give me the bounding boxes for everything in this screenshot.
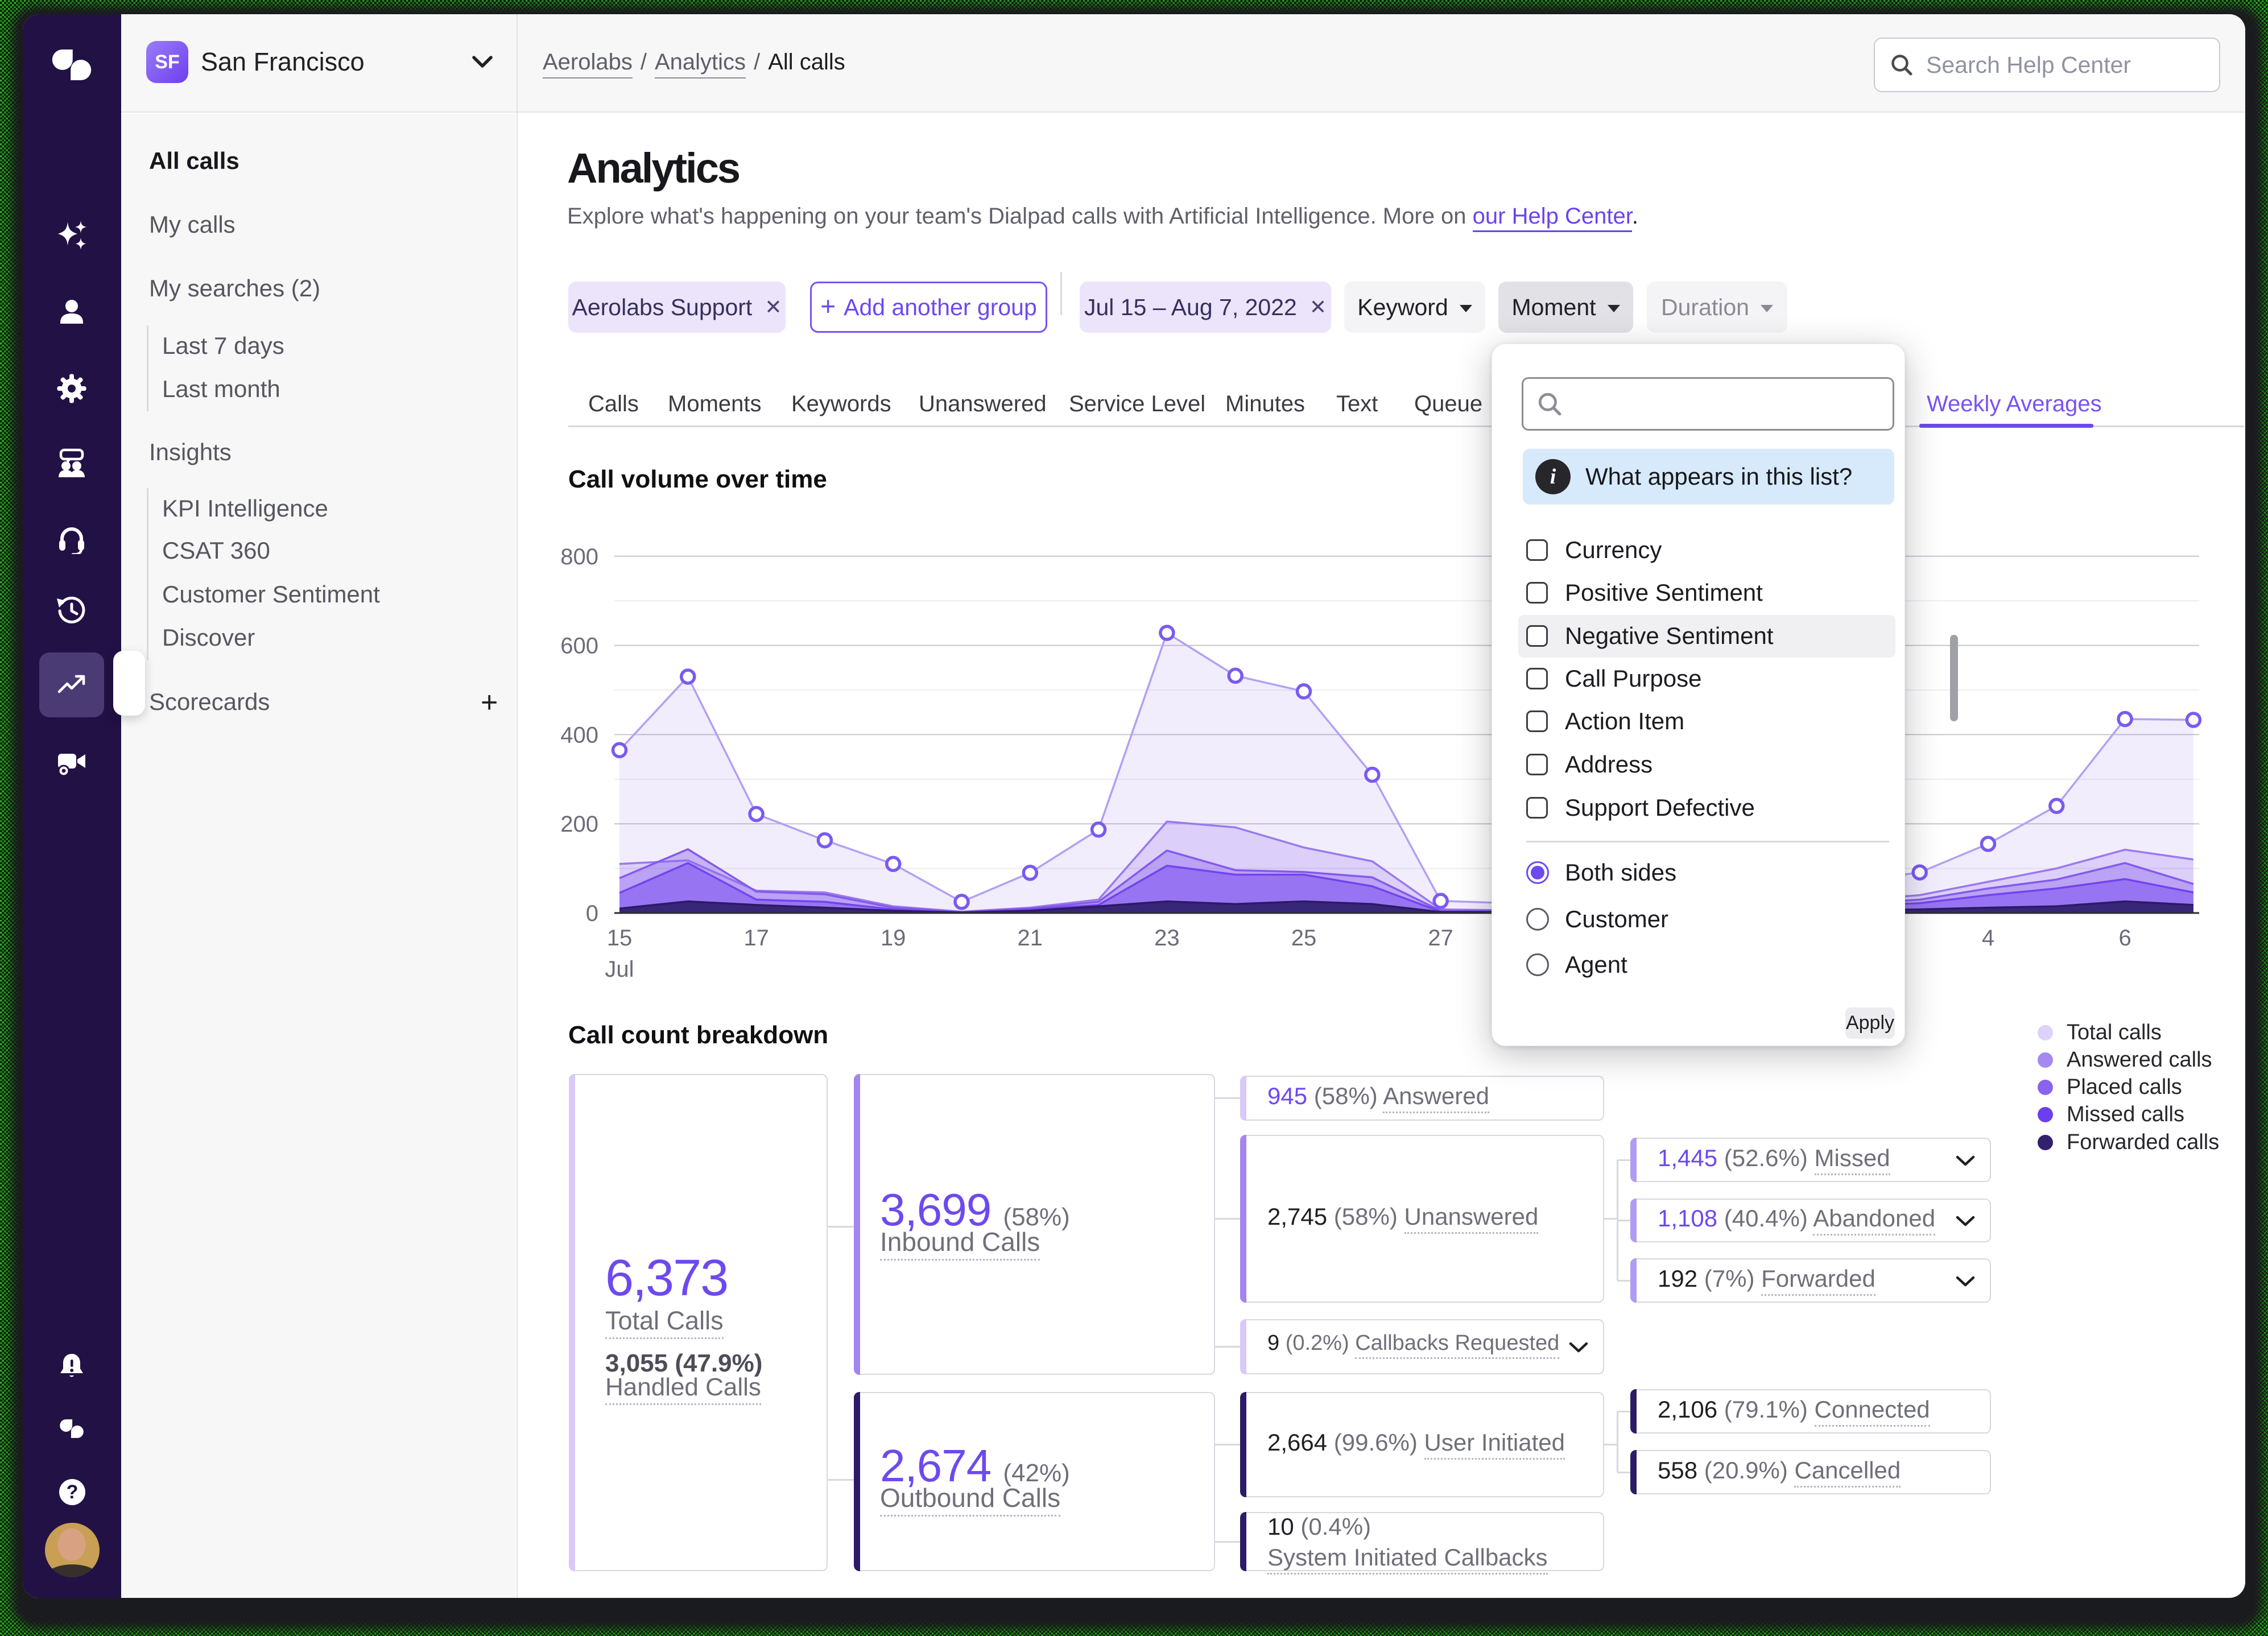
svg-text:0: 0 [586,901,598,926]
svg-text:600: 600 [560,634,598,659]
svg-text:4: 4 [1982,926,1994,951]
svg-text:Jul: Jul [605,957,634,982]
svg-text:6: 6 [2118,926,2131,951]
svg-text:15: 15 [607,926,633,951]
svg-text:200: 200 [560,812,598,837]
svg-text:400: 400 [560,722,598,747]
svg-text:25: 25 [1291,926,1317,951]
svg-text:800: 800 [560,544,598,569]
svg-text:21: 21 [1018,926,1043,951]
svg-text:27: 27 [1428,926,1453,951]
svg-text:23: 23 [1154,926,1180,951]
svg-text:17: 17 [743,926,769,951]
svg-text:19: 19 [881,926,906,951]
